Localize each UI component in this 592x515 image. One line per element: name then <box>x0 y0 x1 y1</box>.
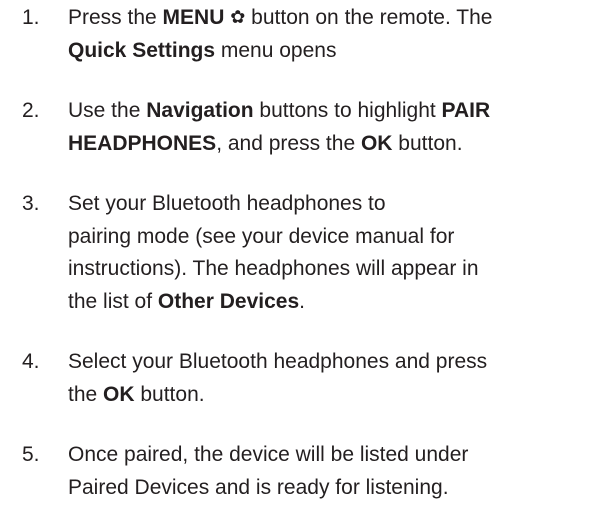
ok-label: OK <box>103 382 135 406</box>
step-number: 4. <box>22 350 40 373</box>
step-line: Set your Bluetooth headphones to <box>68 192 386 215</box>
step-text: Press the MENU ✿ button on the remote. T… <box>68 2 588 67</box>
step-number: 3. <box>22 192 40 215</box>
ok-label: OK <box>360 131 393 155</box>
step-line: Once paired, the device will be listed u… <box>68 443 469 466</box>
step-number: 2. <box>22 99 40 122</box>
step-number: 5. <box>22 443 40 466</box>
headphones-label: HEADPHONES <box>68 131 217 155</box>
quick-settings-label: Quick Settings <box>68 38 216 62</box>
menu-button-label: MENU <box>162 6 225 29</box>
step-text: Once paired, the device will be listed u… <box>68 439 588 504</box>
step-line: Use the Navigation buttons to highlight … <box>68 99 491 122</box>
step-line: HEADPHONES, and press the OK button. <box>68 131 463 155</box>
step-line: Paired Devices and is ready for listenin… <box>68 475 449 499</box>
step-line: the OK button. <box>68 382 205 406</box>
step-number: 1. <box>22 6 40 29</box>
step-text: Select your Bluetooth headphones and pre… <box>68 346 588 411</box>
gear-icon: ✿ <box>230 7 246 27</box>
step-line: instructions). The headphones will appea… <box>68 257 479 280</box>
pair-label: PAIR <box>441 99 491 122</box>
step-text: Use the Navigation buttons to highlight … <box>68 95 588 160</box>
step-line: pairing mode (see your device manual for <box>68 224 455 248</box>
step-line: Select your Bluetooth headphones and pre… <box>68 350 488 373</box>
navigation-label: Navigation <box>146 99 254 122</box>
other-devices-label: Other Devices <box>157 289 300 313</box>
step-line: the list of Other Devices. <box>68 289 305 313</box>
step-text: Set your Bluetooth headphones to pairing… <box>68 188 588 318</box>
step-line: Press the MENU ✿ button on the remote. T… <box>68 6 493 29</box>
step-line: Quick Settings menu opens <box>68 38 337 62</box>
